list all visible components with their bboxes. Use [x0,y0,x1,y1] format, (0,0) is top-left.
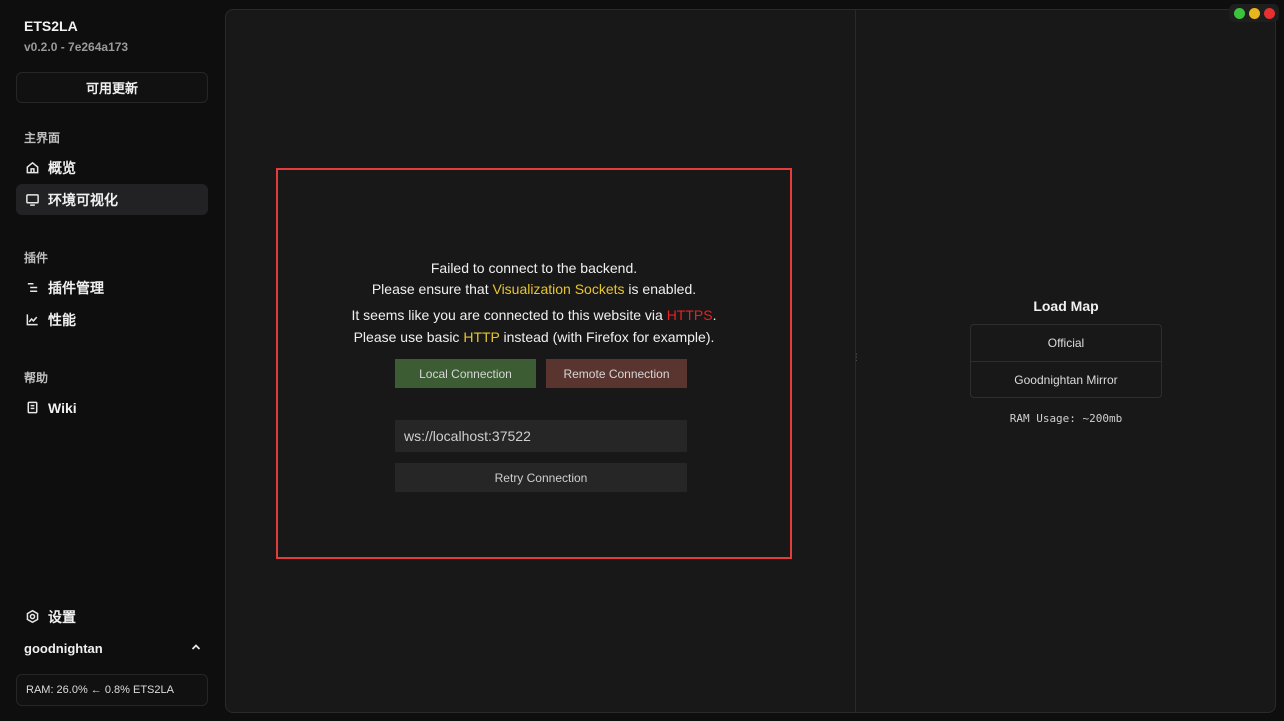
sidebar-item-visualization[interactable]: 环境可视化 [16,184,208,215]
retry-connection-button[interactable]: Retry Connection [395,463,687,492]
ram-status: RAM: 26.0% ← 0.8% ETS2LA [16,674,208,706]
sidebar-item-label: Wiki [48,399,77,416]
sidebar-item-label: 性能 [48,311,76,328]
sidebar-item-overview[interactable]: 概览 [16,152,208,183]
main-panel: Failed to connect to the backend. Please… [225,9,1276,713]
websocket-url-input[interactable] [395,420,687,452]
chevron-up-icon [190,641,202,656]
maximize-button[interactable] [1233,7,1245,19]
minimize-button[interactable] [1248,7,1260,19]
map-source-list: Official Goodnightan Mirror [970,324,1162,398]
load-map-title: Load Map [1033,298,1099,314]
connection-error-dialog: Failed to connect to the backend. Please… [276,168,792,559]
chart-icon [24,312,40,328]
local-connection-button[interactable]: Local Connection [395,359,536,388]
window-controls [1229,4,1279,22]
ram-usage-text: RAM Usage: ~200mb [1009,412,1123,425]
app-title: ETS2LA [24,18,78,34]
map-option-goodnightan-mirror[interactable]: Goodnightan Mirror [971,361,1161,397]
section-label-help: 帮助 [24,371,49,385]
app-version: v0.2.0 - 7e264a173 [24,40,129,54]
sidebar-item-performance[interactable]: 性能 [16,304,208,335]
list-icon [24,280,40,296]
sidebar-item-label: 环境可视化 [48,191,118,208]
close-button[interactable] [1263,7,1275,19]
user-menu[interactable]: goodnightan [24,641,202,656]
remote-connection-button[interactable]: Remote Connection [546,359,687,388]
map-option-official[interactable]: Official [971,325,1161,361]
home-icon [24,160,40,176]
error-message-line1: Failed to connect to the backend. [430,260,638,276]
sidebar-item-plugin-manager[interactable]: 插件管理 [16,272,208,303]
http-highlight: HTTP [463,329,500,345]
sidebar: ETS2LA v0.2.0 - 7e264a173 可用更新 主界面 概览 环境… [0,0,222,721]
username: goodnightan [24,641,103,656]
sidebar-item-label: 插件管理 [48,279,104,296]
gear-icon [24,609,40,625]
sidebar-item-label: 概览 [48,159,76,176]
update-available-button[interactable]: 可用更新 [16,72,208,103]
error-message-line2: Please ensure that Visualization Sockets… [371,281,697,297]
section-label-main: 主界面 [24,131,61,145]
error-message-line3: It seems like you are connected to this … [351,307,717,323]
monitor-icon [24,192,40,208]
sidebar-item-label: 设置 [48,608,76,625]
section-label-plugins: 插件 [24,251,49,265]
visualization-sockets-highlight: Visualization Sockets [492,281,625,297]
sidebar-item-wiki[interactable]: Wiki [16,392,208,423]
https-highlight: HTTPS [666,307,713,323]
resize-handle[interactable]: ⋮ [852,353,861,367]
book-icon [24,400,40,416]
sidebar-item-settings[interactable]: 设置 [16,601,208,632]
error-message-line4: Please use basic HTTP instead (with Fire… [353,329,715,345]
